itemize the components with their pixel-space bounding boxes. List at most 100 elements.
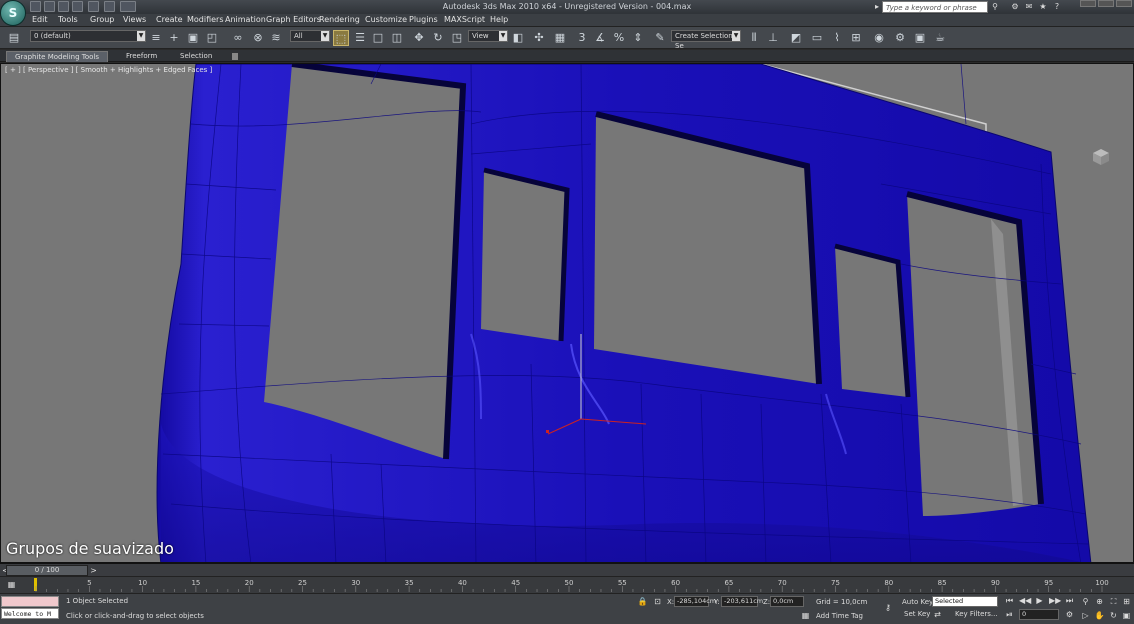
ribbon-minimize-icon[interactable] <box>232 53 238 60</box>
tab-graphite-modeling-tools[interactable]: Graphite Modeling Tools <box>6 51 109 62</box>
layer-add-icon[interactable]: ≡ <box>148 30 164 46</box>
layer-manager-icon[interactable]: ▤ <box>6 30 22 46</box>
add-time-tag[interactable]: Add Time Tag <box>816 612 863 620</box>
y-coordinate-field[interactable]: -203,611cm <box>721 596 763 607</box>
zoom-icon[interactable]: ⚲ <box>1080 596 1091 607</box>
time-tag-icon[interactable]: ▦ <box>800 610 811 621</box>
percent-snap-icon[interactable]: % <box>611 30 627 46</box>
select-by-name-icon[interactable]: ☰ <box>352 30 368 46</box>
orbit-icon[interactable]: ↻ <box>1108 610 1119 621</box>
layer-properties-icon[interactable]: ◰ <box>204 30 220 46</box>
zoom-extents-all-icon[interactable]: ⊞ <box>1121 596 1132 607</box>
layer-explorer-icon[interactable]: ◩ <box>788 30 804 46</box>
z-coordinate-field[interactable]: 0,0cm <box>770 596 804 607</box>
scale-icon[interactable]: ◳ <box>449 30 465 46</box>
menu-group[interactable]: Group <box>90 15 114 24</box>
menu-graph-editors[interactable]: Graph Editors <box>266 15 321 24</box>
menu-views[interactable]: Views <box>123 15 146 24</box>
maximize-viewport-icon[interactable]: ▣ <box>1121 610 1132 621</box>
spinner-snap-icon[interactable]: ⇕ <box>630 30 646 46</box>
binoculars-icon[interactable]: ⚲ <box>990 1 1000 12</box>
render-production-icon[interactable]: ☕ <box>932 30 948 46</box>
menu-customize[interactable]: Customize <box>365 15 407 24</box>
snaps-toggle-icon[interactable]: 3 <box>574 30 590 46</box>
window-crossing-icon[interactable]: ◫ <box>389 30 405 46</box>
rendered-frame-window-icon[interactable]: ▣ <box>912 30 928 46</box>
align-icon[interactable]: ⊥ <box>765 30 781 46</box>
rotate-icon[interactable]: ↻ <box>430 30 446 46</box>
menu-animation[interactable]: Animation <box>225 15 266 24</box>
rectangle-selection-icon[interactable]: □ <box>370 30 386 46</box>
search-input[interactable]: Type a keyword or phrase <box>882 1 988 13</box>
layer-dropdown[interactable]: 0 (default) ▼ <box>30 30 146 42</box>
unlink-icon[interactable]: ⊗ <box>250 30 266 46</box>
auto-key-button[interactable]: Auto Key <box>902 598 933 606</box>
graphite-toggle-icon[interactable]: ▭ <box>809 30 825 46</box>
maxscript-output[interactable]: Welcome to M <box>1 608 59 619</box>
pivot-center-icon[interactable]: ◧ <box>510 30 526 46</box>
menu-edit[interactable]: Edit <box>32 15 48 24</box>
go-to-end-icon[interactable]: ⏭ <box>1064 595 1075 606</box>
menu-help[interactable]: Help <box>490 15 508 24</box>
menu-plugins[interactable]: Plugins <box>409 15 438 24</box>
material-editor-icon[interactable]: ◉ <box>871 30 887 46</box>
absolute-mode-icon[interactable]: ⊡ <box>652 596 663 607</box>
previous-frame-icon[interactable]: ◀◀ <box>1019 595 1031 606</box>
application-button[interactable]: S <box>0 0 26 26</box>
zoom-extents-icon[interactable]: ⛶ <box>1108 596 1119 607</box>
key-icon[interactable]: ⚷ <box>880 602 896 613</box>
current-frame-field[interactable]: 0 <box>1019 609 1059 620</box>
next-frame-icon[interactable]: ▶▶ <box>1049 595 1061 606</box>
angle-snap-icon[interactable]: ∡ <box>592 30 608 46</box>
communication-icon[interactable]: ✉ <box>1024 1 1034 12</box>
pan-icon[interactable]: ✋ <box>1094 610 1105 621</box>
search-arrow-icon[interactable]: ▸ <box>872 1 882 12</box>
reference-coordinate-dropdown[interactable]: View ▼ <box>468 30 508 42</box>
viewcube-icon[interactable] <box>1090 147 1112 167</box>
select-in-layer-icon[interactable]: ▣ <box>185 30 201 46</box>
menu-tools[interactable]: Tools <box>58 15 78 24</box>
select-and-link-icon[interactable]: ∞ <box>230 30 246 46</box>
favorites-star-icon[interactable]: ★ <box>1038 1 1048 12</box>
edit-named-selection-icon[interactable]: ✎ <box>652 30 668 46</box>
keyboard-shortcut-override-icon[interactable]: ▦ <box>552 30 568 46</box>
tab-selection[interactable]: Selection <box>172 51 220 62</box>
menu-maxscript[interactable]: MAXScript <box>444 15 485 24</box>
key-mode-dropdown[interactable]: Selected <box>932 596 998 607</box>
time-slider[interactable]: 0 / 100 <box>6 565 88 576</box>
named-selection-dropdown[interactable]: Create Selection Se ▼ <box>671 30 741 50</box>
maximize-button[interactable] <box>1098 0 1114 7</box>
select-manipulate-icon[interactable]: ✣ <box>531 30 547 46</box>
selection-filter-dropdown[interactable]: All ▼ <box>290 30 330 42</box>
key-mode-toggle-icon[interactable]: ⏯ <box>1004 609 1015 620</box>
slider-next-icon[interactable]: > <box>88 565 99 576</box>
menu-rendering[interactable]: Rendering <box>319 15 360 24</box>
mini-curve-editor-icon[interactable]: ▦ <box>6 579 17 590</box>
selection-lock-icon[interactable]: 🔒 <box>637 596 648 607</box>
viewport-label[interactable]: [ + ] [ Perspective ] [ Smooth + Highlig… <box>5 66 212 74</box>
maxscript-listener-input[interactable] <box>1 596 59 607</box>
move-icon[interactable]: ✥ <box>411 30 427 46</box>
zoom-all-icon[interactable]: ⊕ <box>1094 596 1105 607</box>
mirror-icon[interactable]: ⫴ <box>746 30 762 46</box>
schematic-view-icon[interactable]: ⊞ <box>848 30 864 46</box>
play-icon[interactable]: ▶ <box>1034 595 1045 606</box>
create-layer-icon[interactable]: + <box>166 30 182 46</box>
subscription-icon[interactable]: ⚙ <box>1010 1 1020 12</box>
minimize-button[interactable] <box>1080 0 1096 7</box>
curve-editor-icon[interactable]: ⌇ <box>829 30 845 46</box>
help-icon[interactable]: ? <box>1052 1 1062 12</box>
set-key-button[interactable]: Set Key <box>904 610 930 618</box>
tab-freeform[interactable]: Freeform <box>118 51 165 62</box>
go-to-start-icon[interactable]: ⏮ <box>1004 595 1015 606</box>
close-button[interactable] <box>1116 0 1132 7</box>
key-filters-button[interactable]: Key Filters... <box>955 610 998 618</box>
field-of-view-icon[interactable]: ▷ <box>1080 610 1091 621</box>
bind-to-space-warp-icon[interactable]: ≋ <box>268 30 284 46</box>
menu-modifiers[interactable]: Modifiers <box>187 15 224 24</box>
x-coordinate-field[interactable]: -285,104cm <box>674 596 716 607</box>
menu-create[interactable]: Create <box>156 15 183 24</box>
perspective-viewport[interactable]: [ + ] [ Perspective ] [ Smooth + Highlig… <box>0 63 1134 563</box>
time-config-icon[interactable]: ⚙ <box>1064 609 1075 620</box>
render-setup-icon[interactable]: ⚙ <box>892 30 908 46</box>
